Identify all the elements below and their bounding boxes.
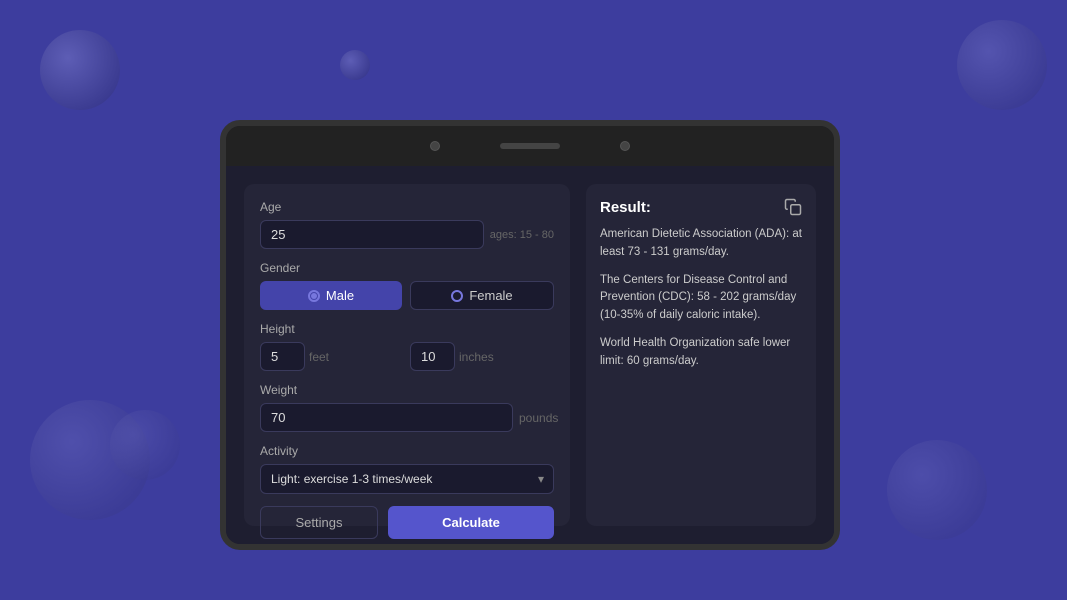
result-who-text: World Health Organization safe lower lim… — [600, 335, 802, 371]
result-ada-text: American Dietetic Association (ADA): at … — [600, 226, 802, 262]
gender-female-option[interactable]: Female — [410, 281, 554, 310]
weight-row: pounds — [260, 403, 554, 432]
activity-field-group: Activity Sedentary: little or no exercis… — [260, 444, 554, 494]
age-row: ages: 15 - 80 — [260, 220, 554, 249]
bubble-decoration-5 — [110, 410, 180, 480]
age-hint: ages: 15 - 80 — [490, 229, 554, 241]
weight-label: Weight — [260, 383, 554, 397]
gender-field-group: Gender Male Female — [260, 261, 554, 310]
radio-dot-female — [451, 290, 463, 302]
button-row: Settings Calculate — [260, 506, 554, 539]
result-cdc-text: The Centers for Disease Control and Prev… — [600, 272, 802, 325]
calculate-button[interactable]: Calculate — [388, 506, 554, 539]
form-panel: Age ages: 15 - 80 Gender Male Female — [244, 184, 570, 526]
result-header: Result: — [600, 198, 802, 216]
feet-unit-label: feet — [309, 350, 344, 364]
result-panel: Result: American Dietetic Association (A… — [586, 184, 816, 526]
speaker-decoration — [500, 143, 560, 149]
camera-icon-right — [620, 141, 630, 151]
bubble-decoration-3 — [957, 20, 1047, 110]
tablet-top-bar — [226, 126, 834, 166]
settings-button[interactable]: Settings — [260, 506, 378, 539]
height-row: feet inches — [260, 342, 554, 371]
bubble-decoration-6 — [887, 440, 987, 540]
tablet-frame: Age ages: 15 - 80 Gender Male Female — [220, 120, 840, 550]
activity-select-wrapper: Sedentary: little or no exercise Light: … — [260, 464, 554, 494]
pounds-unit-label: pounds — [519, 411, 554, 425]
height-field-group: Height feet inches — [260, 322, 554, 371]
result-body: American Dietetic Association (ADA): at … — [600, 226, 802, 371]
weight-input[interactable] — [260, 403, 513, 432]
activity-select[interactable]: Sedentary: little or no exercise Light: … — [260, 464, 554, 494]
tablet-content: Age ages: 15 - 80 Gender Male Female — [226, 166, 834, 544]
gender-female-label: Female — [469, 288, 512, 303]
height-feet-group: feet — [260, 342, 404, 371]
height-feet-input[interactable] — [260, 342, 305, 371]
camera-icon — [430, 141, 440, 151]
weight-field-group: Weight pounds — [260, 383, 554, 432]
height-inches-input[interactable] — [410, 342, 455, 371]
copy-icon[interactable] — [784, 198, 802, 216]
result-title: Result: — [600, 199, 651, 216]
gender-male-label: Male — [326, 288, 354, 303]
age-input[interactable] — [260, 220, 484, 249]
age-field-group: Age ages: 15 - 80 — [260, 200, 554, 249]
radio-dot-male — [308, 290, 320, 302]
inches-unit-label: inches — [459, 350, 494, 364]
height-inches-group: inches — [410, 342, 554, 371]
gender-row: Male Female — [260, 281, 554, 310]
age-label: Age — [260, 200, 554, 214]
height-label: Height — [260, 322, 554, 336]
activity-label: Activity — [260, 444, 554, 458]
bubble-decoration-1 — [40, 30, 120, 110]
bubble-decoration-2 — [340, 50, 370, 80]
gender-label: Gender — [260, 261, 554, 275]
gender-male-option[interactable]: Male — [260, 281, 402, 310]
